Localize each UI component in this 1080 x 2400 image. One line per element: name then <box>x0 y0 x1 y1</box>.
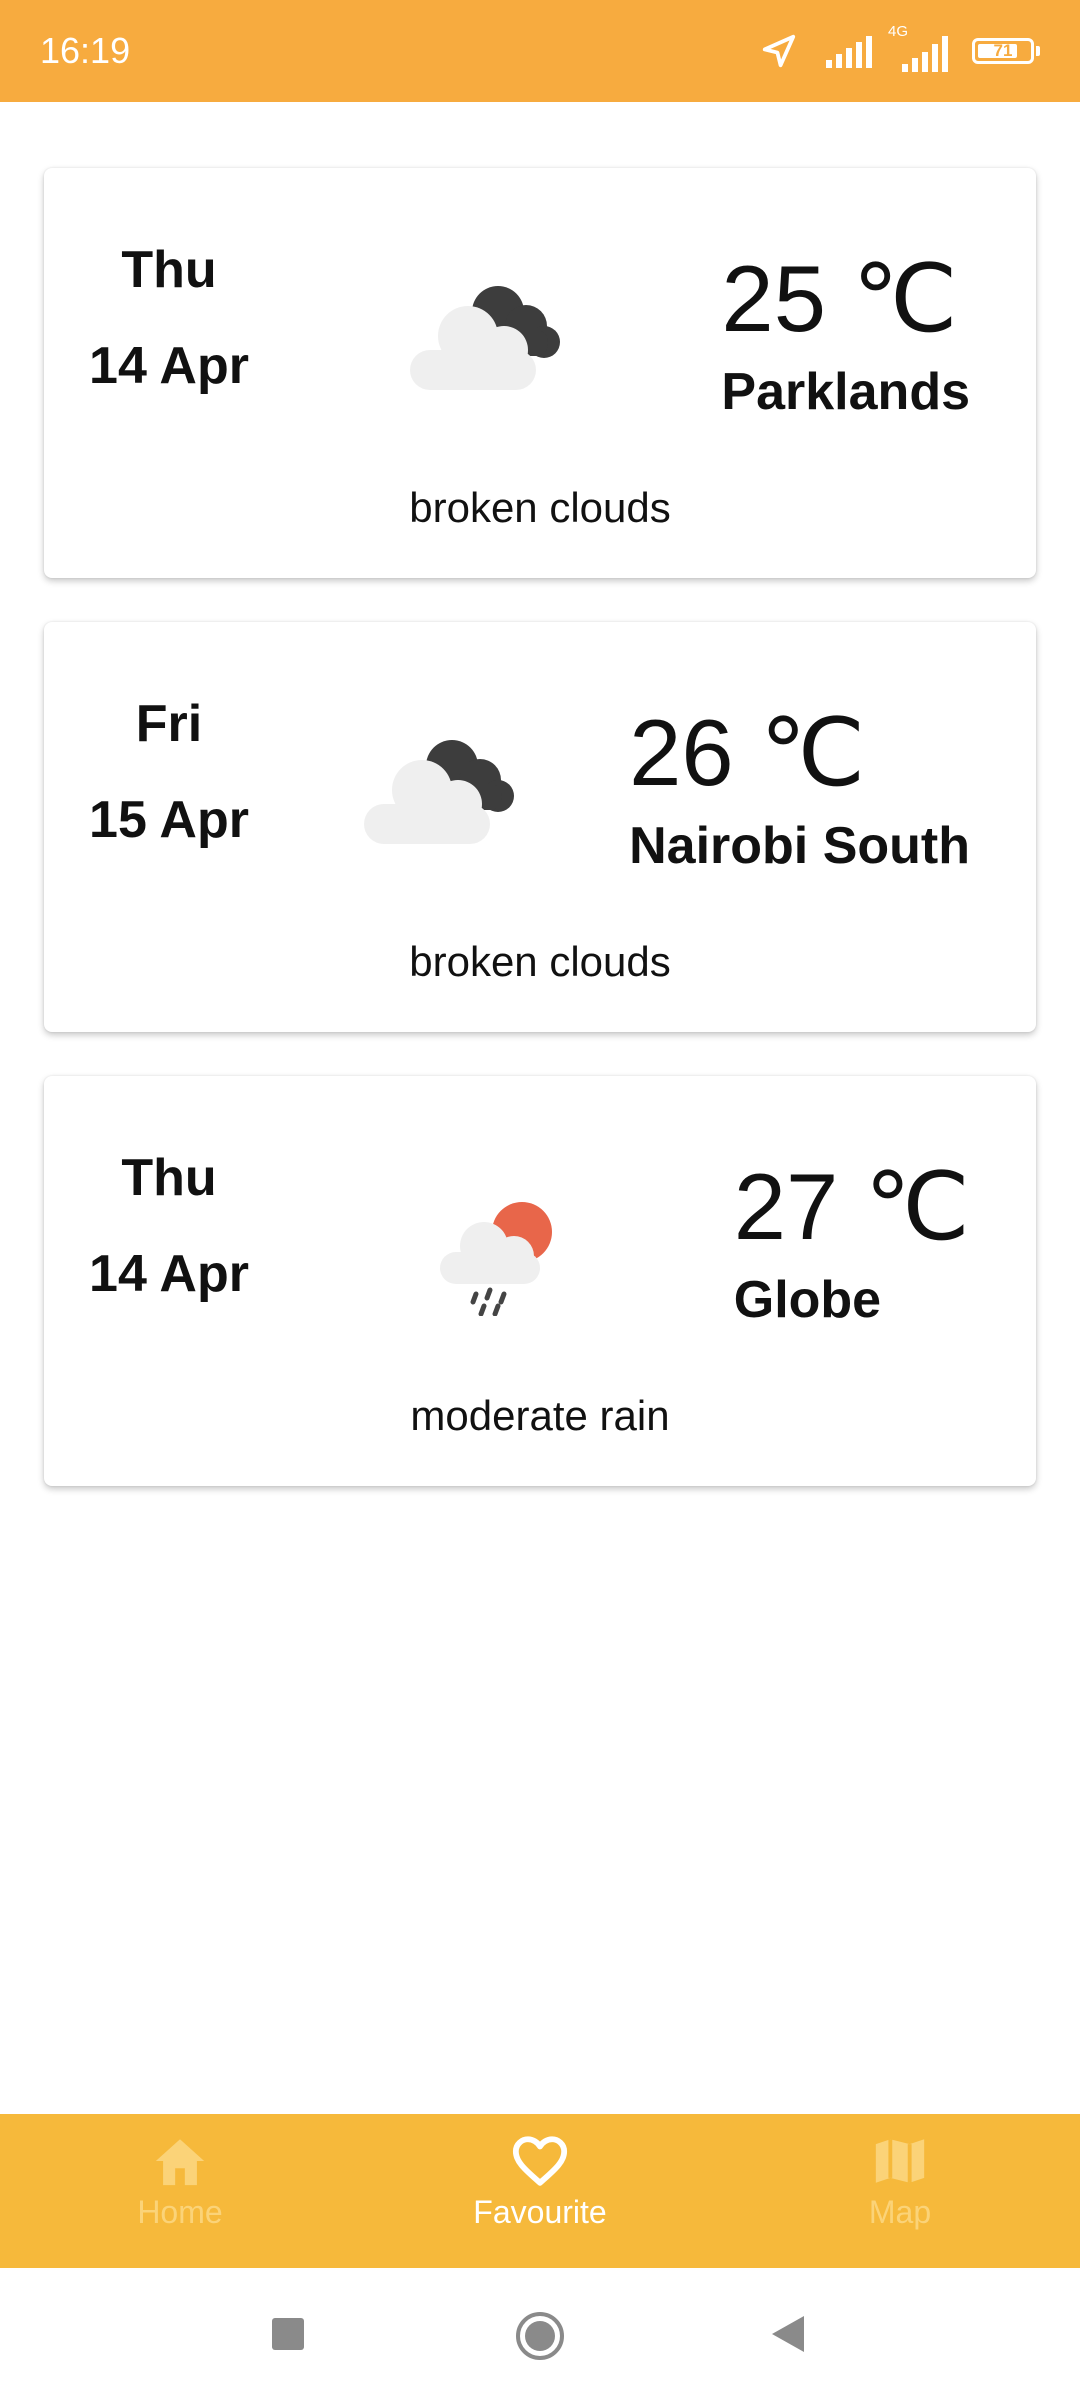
card-day: Thu <box>121 1149 217 1207</box>
location-arrow-icon <box>762 34 796 68</box>
broken-clouds-icon <box>364 740 514 844</box>
recents-square-icon[interactable] <box>270 2310 306 2358</box>
card-date: 14 Apr <box>89 1245 249 1303</box>
home-circle-icon[interactable] <box>514 2310 566 2362</box>
card-right-block: 26 ℃ Nairobi South <box>629 698 970 876</box>
card-temperature: 27 ℃ <box>733 1154 970 1259</box>
weather-card[interactable]: Fri 15 Apr 26 ℃ Nairobi South broken clo… <box>44 622 1036 1032</box>
card-temperature: 25 ℃ <box>721 246 958 351</box>
nav-item-map[interactable]: Map <box>750 2134 1050 2231</box>
card-description: moderate rain <box>410 1392 670 1439</box>
card-right-block: 27 ℃ Globe <box>734 1152 970 1330</box>
nav-item-favourite[interactable]: Favourite <box>390 2134 690 2231</box>
card-day: Thu <box>121 241 217 299</box>
system-navigation-bar <box>0 2268 1080 2400</box>
card-description: broken clouds <box>409 938 671 985</box>
card-location: Parklands <box>721 363 970 421</box>
status-time: 16:19 <box>40 30 131 71</box>
card-description: broken clouds <box>409 484 671 531</box>
card-right-block: 25 ℃ Parklands <box>721 244 970 422</box>
signal-strength-4g-icon <box>902 36 948 72</box>
map-icon <box>875 2139 925 2183</box>
nav-label-map: Map <box>868 2194 932 2230</box>
weather-card[interactable]: Thu 14 Apr 25 ℃ Parklands broken clouds <box>44 168 1036 578</box>
card-date: 15 Apr <box>89 791 249 849</box>
favourites-screen: 16:19 4G 71 Thu 14 Apr 25 ℃ Parklands br… <box>0 0 1080 2400</box>
nav-label-favourite: Favourite <box>473 2194 607 2230</box>
nav-item-home[interactable]: Home <box>30 2134 330 2231</box>
bottom-navigation: Home Favourite Map <box>0 2114 1080 2268</box>
home-icon <box>155 2139 205 2186</box>
back-triangle-icon[interactable] <box>768 2310 808 2358</box>
status-icons: 4G 71 <box>760 24 1040 72</box>
signal-strength-icon <box>826 36 872 68</box>
nav-label-home: Home <box>137 2194 223 2230</box>
battery-icon: 71 <box>972 38 1040 64</box>
heart-icon <box>512 2136 568 2186</box>
broken-clouds-icon <box>410 286 560 390</box>
weather-card[interactable]: Thu 14 Apr 27 ℃ Globe moderate rain <box>44 1076 1036 1486</box>
card-day: Fri <box>135 695 203 753</box>
card-temperature: 26 ℃ <box>629 700 866 805</box>
status-bar: 16:19 4G 71 <box>0 0 1080 102</box>
card-location: Globe <box>733 1271 882 1329</box>
card-location: Nairobi South <box>629 817 970 875</box>
mobile-network-indicator: 4G <box>888 24 960 72</box>
card-date: 14 Apr <box>89 337 249 395</box>
moderate-rain-icon <box>440 1202 552 1316</box>
battery-level: 71 <box>993 41 1013 60</box>
